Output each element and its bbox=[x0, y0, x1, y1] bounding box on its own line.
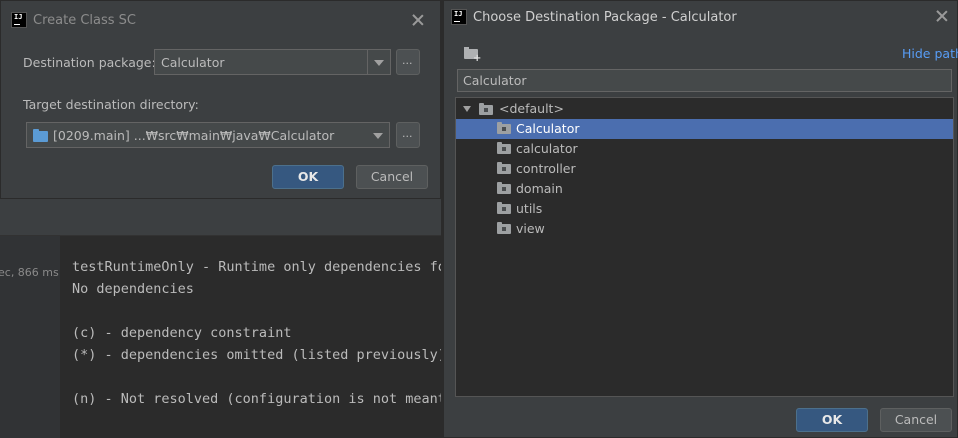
tree-row[interactable]: calculator bbox=[456, 139, 953, 159]
browse-directory-button[interactable]: ... bbox=[396, 122, 420, 148]
destination-package-label: Destination package: bbox=[23, 55, 156, 70]
tree-item-label: controller bbox=[516, 161, 576, 176]
hide-path-link[interactable]: Hide path bbox=[902, 46, 958, 61]
package-icon bbox=[497, 122, 511, 134]
tree-row[interactable]: controller bbox=[456, 159, 953, 179]
package-icon bbox=[497, 202, 511, 214]
create-class-dialog: IJ Create Class SC Destination package: … bbox=[0, 0, 441, 199]
intellij-app-icon: IJ bbox=[11, 12, 27, 28]
intellij-app-icon: IJ bbox=[451, 9, 467, 25]
dialog-title-bar[interactable]: IJ Create Class SC bbox=[1, 1, 440, 35]
package-path-input[interactable] bbox=[457, 69, 952, 92]
package-tree[interactable]: <default> Calculator calculator controll… bbox=[455, 97, 954, 397]
cancel-button[interactable]: Cancel bbox=[356, 165, 428, 189]
package-icon bbox=[497, 142, 511, 154]
tree-item-label: domain bbox=[516, 181, 563, 196]
new-package-icon[interactable]: + bbox=[464, 47, 481, 64]
tree-row[interactable]: view bbox=[456, 219, 953, 239]
browse-label: ... bbox=[402, 127, 413, 140]
package-icon bbox=[497, 222, 511, 234]
console-line: (c) - dependency constraint bbox=[72, 325, 292, 341]
target-directory-value: [0209.main] ...₩src₩main₩java₩Calculator bbox=[53, 128, 335, 143]
tree-row[interactable]: utils bbox=[456, 199, 953, 219]
combo-separator bbox=[367, 50, 368, 74]
chevron-down-icon[interactable] bbox=[373, 133, 383, 139]
dialog-title-bar[interactable]: IJ Choose Destination Package - Calculat… bbox=[444, 1, 957, 35]
tree-item-label: calculator bbox=[516, 141, 578, 156]
destination-package-value: Calculator bbox=[161, 55, 225, 70]
folder-icon bbox=[33, 129, 48, 142]
destination-package-combo[interactable]: Calculator bbox=[154, 49, 391, 75]
ok-button[interactable]: OK bbox=[272, 165, 344, 189]
package-icon bbox=[497, 182, 511, 194]
dialog-title: Choose Destination Package - Calculator bbox=[473, 10, 737, 25]
tree-item-label: Calculator bbox=[516, 121, 580, 136]
target-directory-combo[interactable]: [0209.main] ...₩src₩main₩java₩Calculator bbox=[26, 122, 390, 148]
chevron-down-icon[interactable] bbox=[374, 60, 384, 66]
tree-row-default[interactable]: <default> bbox=[456, 99, 953, 119]
cancel-button[interactable]: Cancel bbox=[880, 408, 952, 432]
console-line: (n) - Not resolved (configuration is not… bbox=[72, 391, 441, 407]
package-icon bbox=[497, 162, 511, 174]
console-line: (*) - dependencies omitted (listed previ… bbox=[72, 347, 441, 363]
tree-item-label: utils bbox=[516, 201, 543, 216]
browse-package-button[interactable]: ... bbox=[396, 49, 420, 75]
tree-item-label: view bbox=[516, 221, 545, 236]
close-icon[interactable] bbox=[936, 10, 948, 22]
console-gutter: ec, 866 ms bbox=[0, 236, 60, 438]
package-icon bbox=[479, 103, 493, 115]
target-directory-label: Target destination directory: bbox=[23, 97, 199, 112]
ok-button[interactable]: OK bbox=[796, 408, 868, 432]
close-icon[interactable] bbox=[412, 14, 424, 26]
console-line: testRuntimeOnly - Runtime only dependenc… bbox=[72, 259, 441, 275]
build-time-text: ec, 866 ms bbox=[0, 266, 59, 279]
console-output[interactable]: testRuntimeOnly - Runtime only dependenc… bbox=[60, 236, 441, 438]
dialog-title: Create Class SC bbox=[33, 13, 136, 28]
tree-item-label: <default> bbox=[499, 101, 564, 116]
package-path-field[interactable] bbox=[458, 70, 951, 91]
toolbar-strip bbox=[0, 199, 441, 235]
chevron-down-icon[interactable] bbox=[463, 106, 471, 112]
choose-package-dialog: IJ Choose Destination Package - Calculat… bbox=[443, 0, 958, 438]
tree-row-calculator-selected[interactable]: Calculator bbox=[456, 119, 953, 139]
tree-row[interactable]: domain bbox=[456, 179, 953, 199]
browse-label: ... bbox=[402, 54, 413, 67]
console-line: No dependencies bbox=[72, 281, 194, 297]
